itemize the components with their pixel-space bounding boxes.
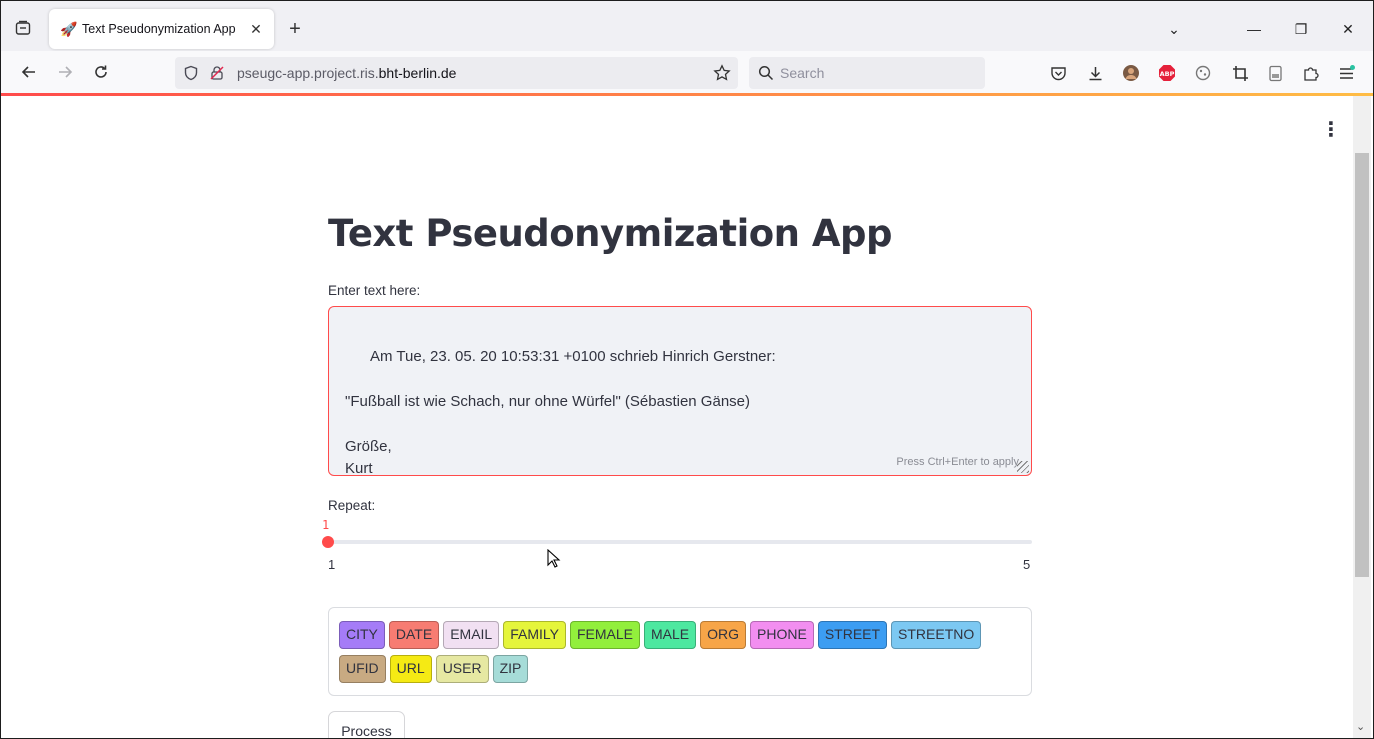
entity-tag-list: CITY DATE EMAIL FAMILY FEMALE MALE ORG PHONE STR… [339, 621, 1019, 683]
entity-tag-email[interactable]: EMAIL [443, 621, 500, 649]
entity-tag-date[interactable]: DATE [388, 621, 440, 649]
entity-tag-female[interactable]: FEMALE [569, 621, 640, 649]
search-icon [758, 65, 774, 81]
entity-tags-box: CITY DATE EMAIL FAMILY FEMALE MALE ORG PHONE STR… [328, 607, 1032, 696]
entity-tag-street[interactable]: STREET [817, 621, 888, 649]
input-label: Enter text here: [328, 283, 421, 298]
pocket-icon[interactable] [1048, 63, 1068, 83]
entity-tag-org[interactable]: ORG [700, 621, 747, 649]
shield-icon [184, 65, 198, 81]
forward-arrow-icon [59, 66, 73, 78]
reader-icon[interactable] [1265, 63, 1285, 83]
restore-icon[interactable]: ❐ [1291, 19, 1311, 39]
url-domain: bht-berlin.de [378, 65, 457, 81]
scroll-down-arrow-icon[interactable]: ⌄ [1356, 720, 1365, 733]
repeat-slider-track[interactable] [328, 540, 1032, 544]
tab-list-button[interactable] [11, 16, 35, 40]
svg-text:ABP: ABP [1160, 70, 1175, 78]
repeat-slider-max: 5 [1023, 557, 1031, 572]
apply-hint: Press Ctrl+Enter to apply [896, 455, 1019, 468]
entity-tag-male[interactable]: MALE [644, 621, 697, 649]
entity-tag-user[interactable]: USER [435, 655, 489, 683]
extensions-puzzle-icon[interactable] [1300, 63, 1320, 83]
reload-button[interactable] [90, 61, 112, 83]
extension-cookie-icon[interactable] [1193, 63, 1213, 83]
browser-window: 🚀 Text Pseudonymization App ✕ + ⌄ — ❐ ✕ … [0, 0, 1374, 739]
search-placeholder: Search [780, 65, 825, 81]
mouse-cursor-icon [547, 549, 561, 568]
minimize-icon[interactable]: — [1244, 19, 1264, 39]
url-text: pseugc-app.project.ris.bht-berlin.de [237, 65, 456, 81]
navigation-bar: pseugc-app.project.ris.bht-berlin.de Sea… [1, 51, 1373, 94]
app-menu-icon[interactable] [1336, 63, 1356, 83]
rocket-icon: 🚀 [60, 21, 78, 37]
entity-tag-ufid[interactable]: UFID [339, 655, 386, 683]
entity-tag-city[interactable]: CITY [339, 621, 385, 649]
process-button[interactable]: Process [328, 711, 405, 738]
web-page: ⋮ Text Pseudonymization App Enter text h… [1, 96, 1373, 738]
url-path: pseugc-app.project.ris. [237, 65, 379, 81]
tab-title: Text Pseudonymization App [82, 22, 236, 36]
entity-tag-family[interactable]: FAMILY [503, 621, 566, 649]
address-bar[interactable]: pseugc-app.project.ris.bht-berlin.de [175, 57, 738, 89]
screenshot-crop-icon[interactable] [1230, 63, 1250, 83]
repeat-slider-min: 1 [328, 557, 336, 572]
back-button[interactable] [18, 61, 40, 83]
entity-tag-phone[interactable]: PHONE [750, 621, 814, 649]
text-input-area[interactable]: Am Tue, 23. 05. 20 10:53:31 +0100 schrie… [328, 306, 1032, 478]
insecure-lock-icon[interactable] [209, 65, 225, 81]
list-all-tabs-icon[interactable]: ⌄ [1164, 19, 1184, 39]
tab-list-icon [15, 20, 31, 35]
entity-tag-url[interactable]: URL [389, 655, 432, 683]
main-menu-icon[interactable]: ⋮ [1321, 118, 1341, 142]
search-bar[interactable]: Search [749, 57, 985, 89]
tab-strip: 🚀 Text Pseudonymization App ✕ + ⌄ — ❐ ✕ [1, 1, 1373, 51]
new-tab-button[interactable]: + [285, 19, 305, 39]
close-window-icon[interactable]: ✕ [1338, 19, 1358, 39]
browser-tab[interactable]: 🚀 Text Pseudonymization App ✕ [49, 9, 274, 49]
repeat-label: Repeat: [328, 498, 376, 513]
adblock-plus-icon[interactable]: ABP [1157, 63, 1177, 83]
page-title: Text Pseudonymization App [328, 212, 893, 255]
text-input-value: Am Tue, 23. 05. 20 10:53:31 +0100 schrie… [345, 347, 776, 478]
close-tab-icon[interactable]: ✕ [248, 21, 264, 37]
entity-tag-zip[interactable]: ZIP [492, 655, 529, 683]
reload-icon [95, 65, 107, 78]
bookmark-star-icon[interactable] [713, 64, 731, 82]
back-arrow-icon [21, 66, 35, 78]
repeat-slider-value: 1 [322, 518, 330, 532]
page-scrollbar[interactable]: ⌄ [1353, 96, 1371, 738]
resize-grip-icon[interactable] [1017, 461, 1029, 473]
entity-tag-streetno[interactable]: STREETNO [891, 621, 982, 649]
account-avatar-icon[interactable] [1121, 63, 1141, 83]
forward-button[interactable] [54, 61, 76, 83]
repeat-slider-thumb[interactable] [322, 536, 334, 548]
downloads-icon[interactable] [1085, 63, 1105, 83]
scrollbar-thumb[interactable] [1355, 153, 1369, 577]
